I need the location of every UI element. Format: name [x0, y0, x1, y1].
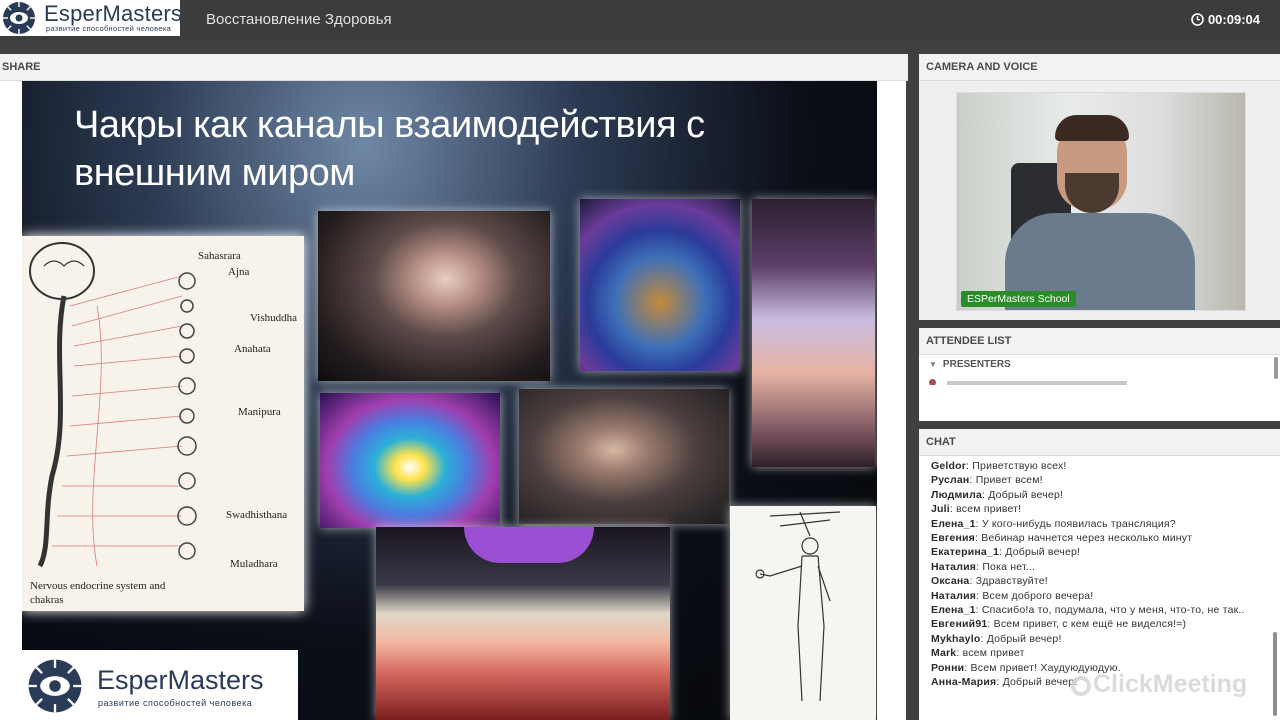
chakra-label-anahata: Anahata: [234, 343, 271, 355]
earth-energy-image: [580, 199, 740, 371]
collapse-triangle-icon: ▼: [929, 360, 937, 369]
chat-message: Наталия: Пока нет...: [931, 560, 1266, 574]
figure-sketch-image: [730, 506, 876, 720]
clickmeeting-watermark: ClickMeeting: [1071, 670, 1247, 699]
top-bar: EsperMasters развитие способностей челов…: [0, 0, 1280, 40]
chat-message-list: Geldor: Приветствую всех! Руслан: Привет …: [931, 459, 1266, 690]
presenters-group-label: PRESENTERS: [942, 359, 1011, 370]
presenter-video[interactable]: ESPerMasters School: [956, 92, 1246, 311]
clock-icon: [1191, 13, 1204, 26]
embryo-image: [318, 211, 550, 381]
app-logo-tagline: развитие способностей человека: [46, 24, 172, 33]
chat-message: Mykhaylo: Добрый вечер!: [931, 632, 1266, 646]
chakra-label-muladhara: Muladhara: [230, 558, 278, 570]
chat-message: Екатерина_1: Добрый вечер!: [931, 545, 1266, 559]
chat-message-text: У кого-нибудь появилась трансляция?: [981, 517, 1176, 530]
chat-message-author: Евгения: [931, 532, 975, 545]
chat-message-text: Добрый вечер!: [1002, 676, 1078, 689]
chat-message-text: всем привет: [962, 647, 1025, 660]
chat-message-author: Людмила: [931, 488, 982, 501]
chat-panel-header: CHAT: [919, 429, 1280, 456]
chat-message-text: всем привет!: [956, 503, 1022, 516]
slide-logo-name: EsperMasters: [97, 665, 264, 695]
eye-logo-icon: [28, 659, 82, 713]
diagram-caption: Nervous endocrine system and chakras: [30, 580, 166, 606]
spine-illustration: [29, 242, 197, 568]
chat-message-author: Наталия: [931, 560, 977, 573]
chat-message-author: Елена_1: [931, 604, 976, 617]
chat-message-author: Евгений91: [931, 618, 988, 631]
presentation-slide: Чакры как каналы взаимодействия с внешни…: [22, 81, 877, 720]
chat-message-author: Руслан: [931, 474, 970, 487]
meeting-title: Восстановление Здоровья: [206, 11, 392, 28]
chakra-label-sahasrara: Sahasrara: [198, 250, 241, 262]
chat-panel: Geldor: Приветствую всех! Руслан: Привет …: [919, 456, 1280, 720]
chat-message-author: Екатерина_1: [931, 546, 1000, 559]
chat-message-text: Добрый вечер!: [986, 632, 1062, 645]
chat-message-author: Оксана: [931, 575, 970, 588]
chat-message-text: Вебинар начнется через несколько минут: [981, 532, 1193, 545]
slide-espermasters-logo: EsperMasters развитие способностей челов…: [22, 650, 298, 720]
chat-message-author: Анна-Мария: [931, 676, 997, 689]
meditation-chakras-image: [320, 393, 500, 528]
aura-figures-image: [376, 527, 670, 720]
chat-message-text: Спасибо!а то, подумала, что у меня, что-…: [981, 604, 1245, 617]
chat-message-text: Пока нет...: [982, 560, 1036, 573]
attendee-scrollbar[interactable]: [1274, 357, 1278, 379]
user-icon: [929, 379, 936, 385]
watermark-text: ClickMeeting: [1093, 670, 1248, 698]
chakra-label-ajna: Ajna: [228, 266, 250, 278]
chakra-label-manipura: Manipura: [238, 406, 281, 418]
chat-message-text: Привет всем!: [975, 474, 1043, 487]
chat-message: Евгений91: Всем привет, с кем ещё не вид…: [931, 617, 1266, 631]
slide-logo-tagline: развитие способностей человека: [98, 698, 253, 708]
attendee-row[interactable]: [929, 377, 1259, 385]
chakra-label-vishuddha: Vishuddha: [250, 312, 298, 324]
chat-message: Руслан: Привет всем!: [931, 473, 1266, 487]
chat-message: Наталия: Всем доброго вечера!: [931, 589, 1266, 603]
chat-message-text: Приветствую всех!: [972, 460, 1067, 472]
chat-message-author: Ронни: [931, 661, 965, 674]
nervous-system-diagram: Sahasrara Ajna Vishuddha Anahata Manipur…: [22, 236, 304, 611]
chat-message: Евгения: Вебинар начнется через нескольк…: [931, 531, 1266, 545]
presenter-name-label: ESPerMasters School: [961, 291, 1076, 307]
chat-message-author: Juli: [931, 503, 950, 516]
chat-message-text: Всем доброго вечера!: [982, 589, 1094, 602]
attendee-list: ▼ PRESENTERS: [919, 355, 1280, 421]
chat-message: Juli: всем привет!: [931, 502, 1266, 516]
camera-panel-header: CAMERA AND VOICE: [919, 54, 1280, 81]
chat-message-text: Здравствуйте!: [975, 575, 1048, 588]
chakra-label-swadhisthana: Swadhisthana: [226, 509, 288, 521]
presenters-group-toggle[interactable]: ▼ PRESENTERS: [929, 359, 1011, 370]
chat-message-author: Mykhaylo: [931, 632, 981, 645]
share-panel-header: SHARE: [0, 54, 908, 81]
meeting-timer: 00:09:04: [1191, 12, 1260, 27]
chat-message: Елена_1: У кого-нибудь появилась трансля…: [931, 517, 1266, 531]
clickmeeting-logo-icon: [1071, 676, 1091, 696]
chat-message-author: Наталия: [931, 589, 977, 602]
chat-message: Людмила: Добрый вечер!: [931, 488, 1266, 502]
slide-title: Чакры как каналы взаимодействия с внешни…: [74, 104, 705, 194]
chat-message: Mark: всем привет: [931, 646, 1266, 660]
chat-message-text: Добрый вечер!: [988, 488, 1064, 501]
attendee-list-header: ATTENDEE LIST: [919, 328, 1280, 355]
chat-message-author: Елена_1: [931, 517, 976, 530]
chat-message: Geldor: Приветствую всех!: [931, 459, 1266, 473]
espermasters-logo: EsperMasters развитие способностей челов…: [0, 0, 182, 36]
eye-logo-icon: [3, 2, 35, 34]
timer-value: 00:09:04: [1207, 12, 1260, 27]
chat-message-text: Добрый вечер!: [1005, 546, 1081, 559]
chat-message: Оксана: Здравствуйте!: [931, 574, 1266, 588]
share-panel: Чакры как каналы взаимодействия с внешни…: [0, 81, 906, 720]
chakra-lights-image: [752, 199, 875, 467]
camera-panel: ESPerMasters School: [919, 81, 1280, 320]
chat-message-author: Mark: [931, 647, 957, 660]
chat-message: Елена_1: Спасибо!а то, подумала, что у м…: [931, 603, 1266, 617]
chat-scrollbar[interactable]: [1273, 632, 1277, 716]
chat-message-text: Всем привет, с кем ещё не виделся!=): [993, 618, 1187, 631]
connected-man-image: [519, 389, 729, 524]
chat-message-author: Geldor: [931, 460, 967, 472]
